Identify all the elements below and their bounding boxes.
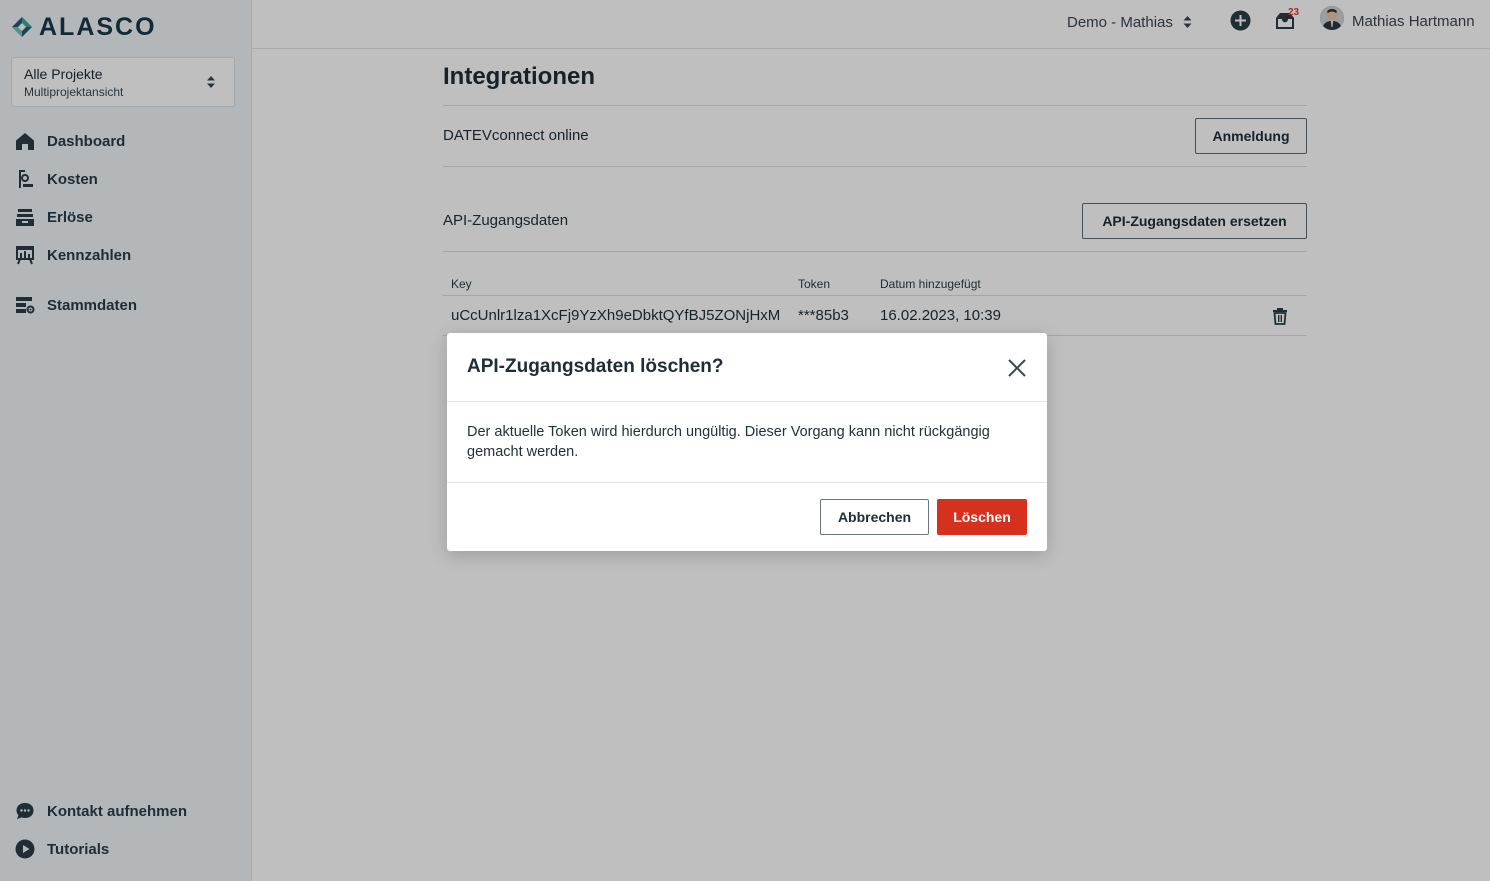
- cancel-button[interactable]: Abbrechen: [820, 499, 929, 535]
- delete-button[interactable]: Löschen: [937, 499, 1027, 535]
- dialog-divider: [447, 401, 1047, 402]
- dialog-divider: [447, 482, 1047, 483]
- dialog-title: API-Zugangsdaten löschen?: [467, 356, 724, 377]
- close-icon[interactable]: [1007, 358, 1027, 378]
- delete-credentials-dialog: API-Zugangsdaten löschen? Der aktuelle T…: [447, 333, 1047, 551]
- dialog-message: Der aktuelle Token wird hierdurch ungült…: [467, 424, 990, 460]
